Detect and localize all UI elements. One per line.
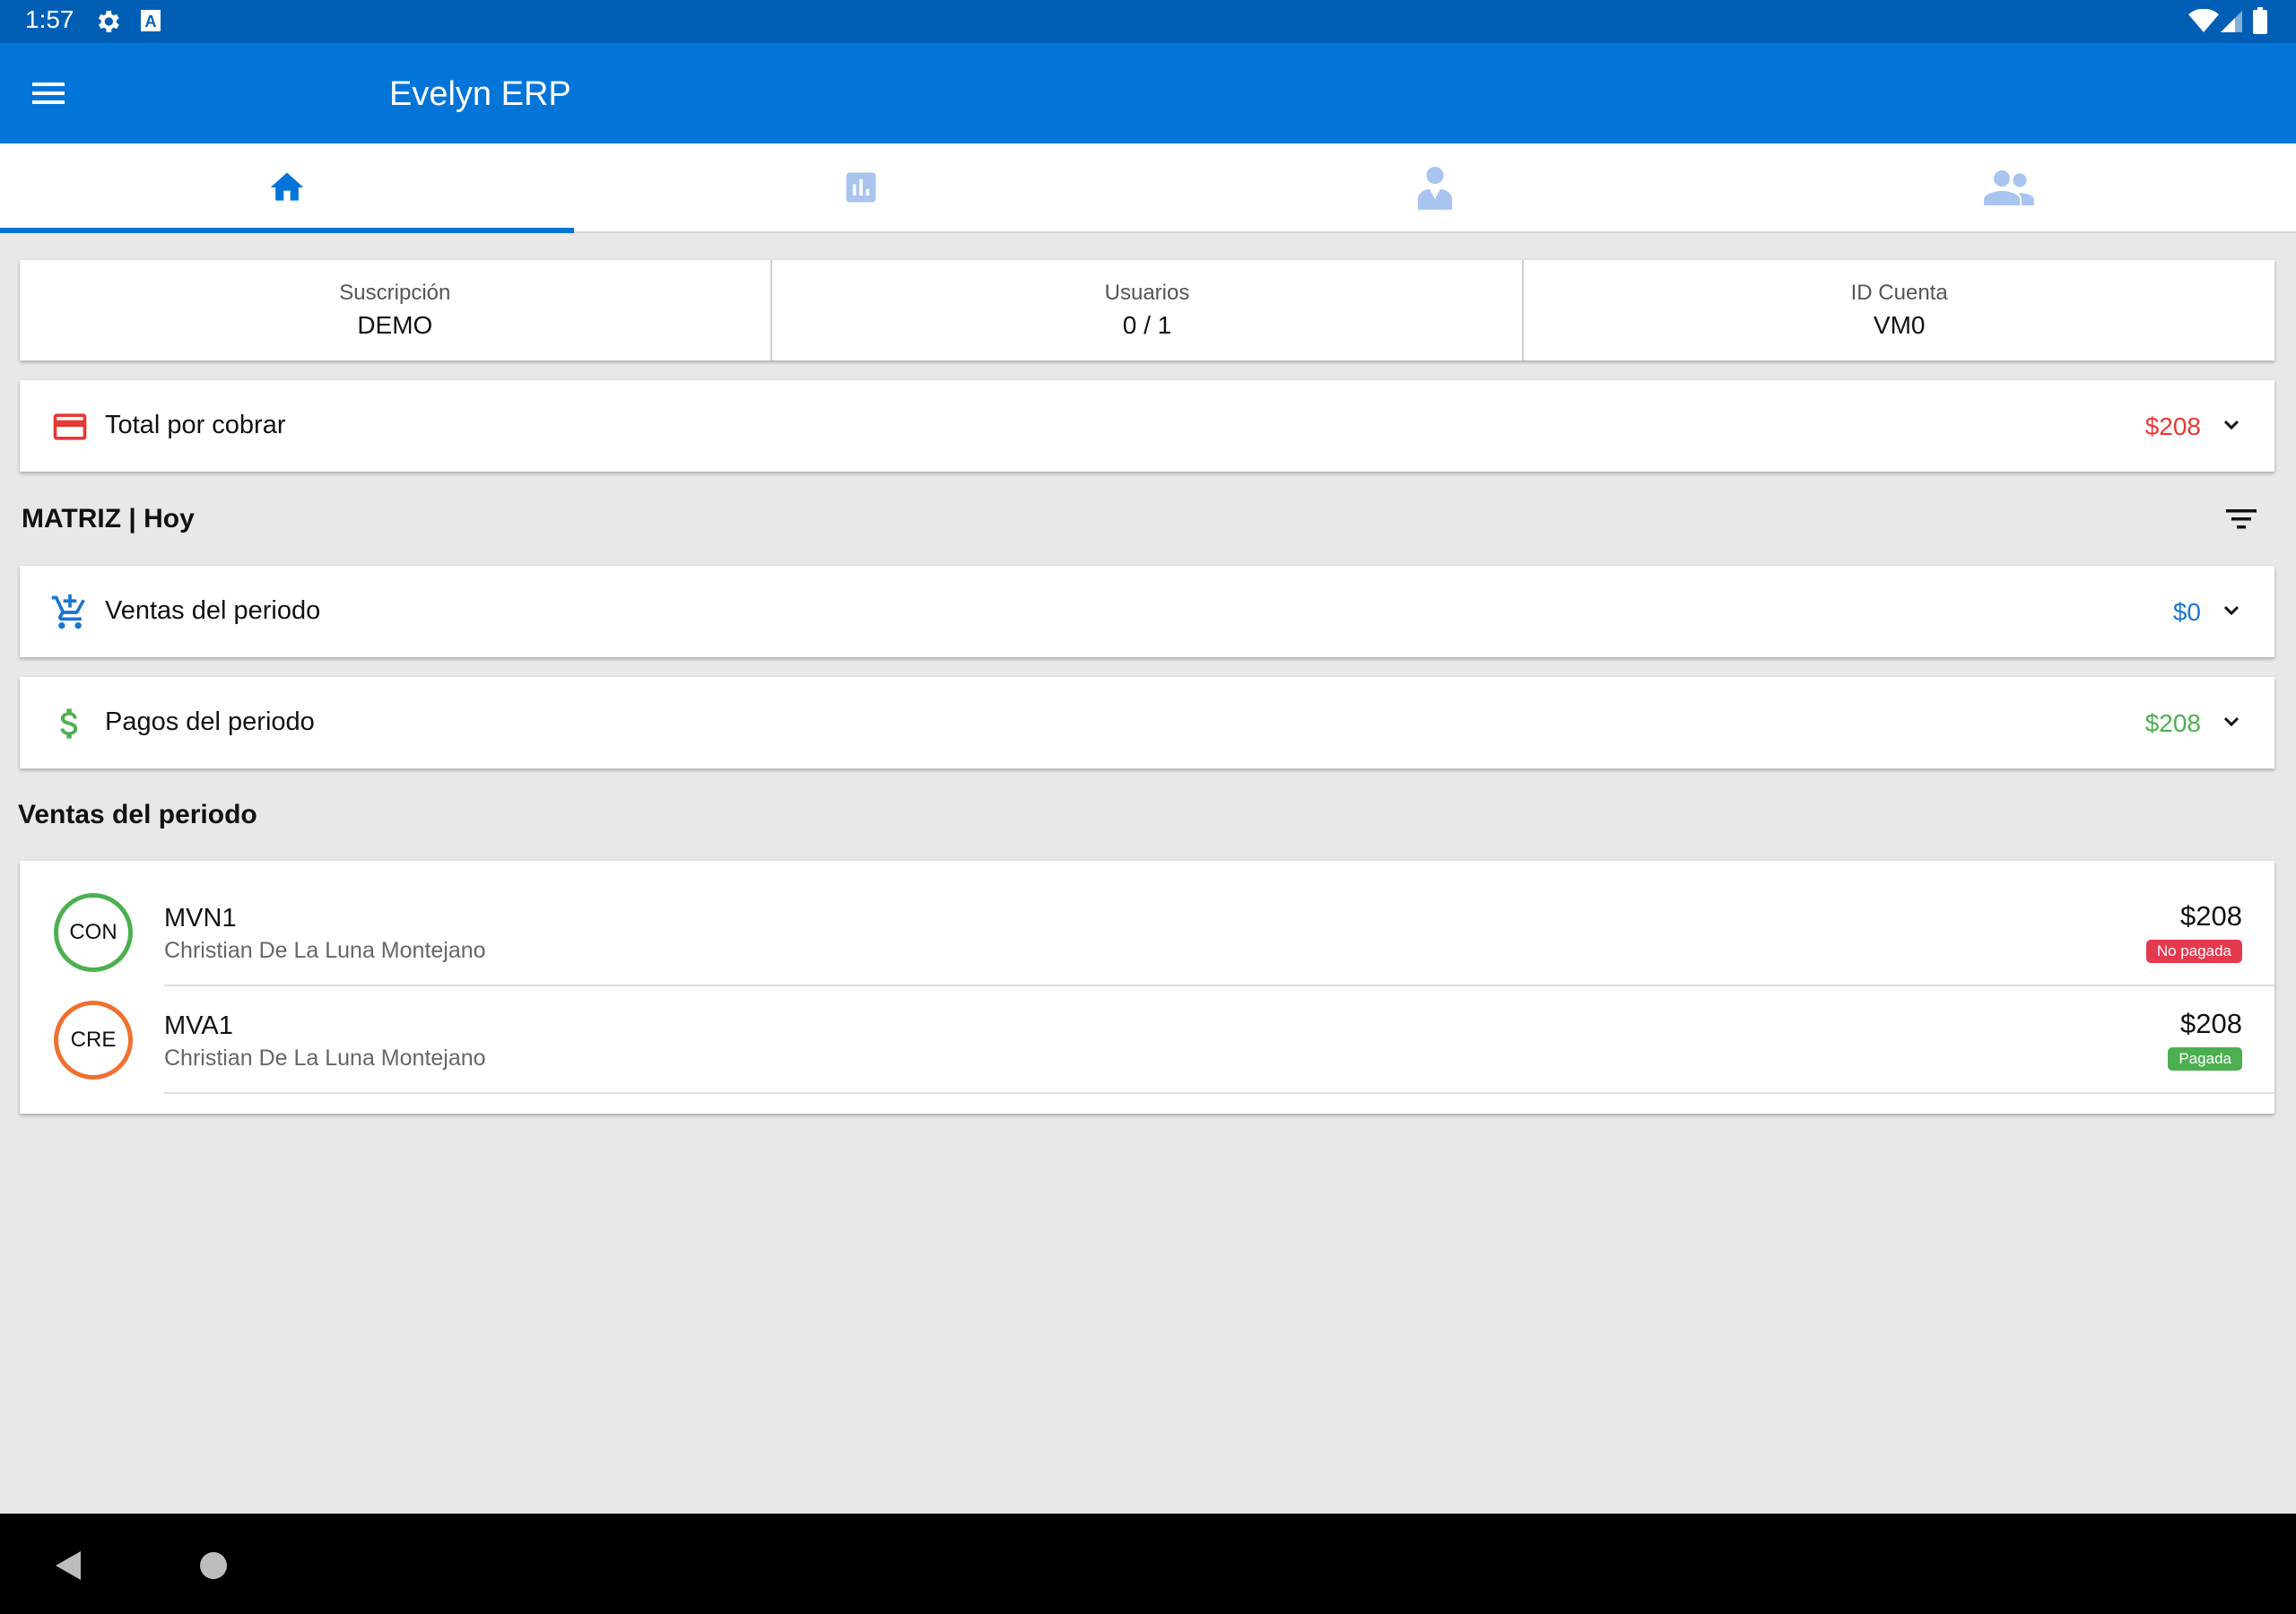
text-a-icon: A xyxy=(141,10,161,31)
person-icon xyxy=(1417,167,1453,210)
back-icon[interactable] xyxy=(54,1549,84,1582)
list-item[interactable]: CRE MVA1 Christian De La Luna Montejano … xyxy=(20,968,2274,1080)
stat-value: VM0 xyxy=(1873,311,1926,339)
chevron-down-icon[interactable] xyxy=(2221,711,2242,733)
stat-subscription: Suscripción DEMO xyxy=(20,260,772,360)
sale-type-badge: CON xyxy=(54,893,133,972)
stat-label: Usuarios xyxy=(1104,281,1190,305)
tab-home[interactable] xyxy=(0,143,574,233)
filter-list-icon[interactable] xyxy=(2224,506,2258,533)
tab-reports[interactable] xyxy=(574,143,1148,231)
stat-label: ID Cuenta xyxy=(1850,281,1948,305)
sale-type-label: CON xyxy=(69,920,117,944)
chevron-down-icon[interactable] xyxy=(2221,600,2242,621)
dollar-icon xyxy=(60,708,78,739)
period-payments-label: Pagos del periodo xyxy=(105,707,315,736)
sale-amount: $208 xyxy=(2180,1008,2242,1039)
receivable-label: Total por cobrar xyxy=(105,411,286,439)
svg-text:A: A xyxy=(145,13,157,30)
sale-type-badge: CRE xyxy=(54,1001,133,1080)
status-bar: 1:57 A xyxy=(0,0,2296,43)
chevron-down-icon[interactable] xyxy=(2221,414,2242,436)
stat-users: Usuarios 0 / 1 xyxy=(772,260,1525,360)
stat-account-id: ID Cuenta VM0 xyxy=(1524,260,2274,360)
period-sales-label: Ventas del periodo xyxy=(105,596,321,625)
sales-list: CON MVN1 Christian De La Luna Montejano … xyxy=(20,861,2274,1114)
account-summary-card: Suscripción DEMO Usuarios 0 / 1 ID Cuent… xyxy=(20,260,2274,360)
sale-folio: MVN1 xyxy=(164,904,237,933)
list-item[interactable]: CON MVN1 Christian De La Luna Montejano … xyxy=(20,861,2274,972)
period-sales-amount: $0 xyxy=(2172,598,2201,626)
app-title: Evelyn ERP xyxy=(389,75,571,113)
hamburger-menu-icon[interactable] xyxy=(30,75,70,111)
tab-selected-indicator xyxy=(0,228,574,233)
sales-section-title: Ventas del periodo xyxy=(18,800,257,829)
sale-customer: Christian De La Luna Montejano xyxy=(164,1046,486,1071)
group-icon xyxy=(1984,170,2034,205)
tab-customers[interactable] xyxy=(1722,143,2296,231)
receivable-amount: $208 xyxy=(2144,412,2201,440)
app-bar: Evelyn ERP xyxy=(0,43,2296,143)
status-badge: Pagada xyxy=(2168,1047,2242,1071)
branch-period-title: MATRIZ | Hoy xyxy=(22,504,195,534)
sale-amount: $208 xyxy=(2180,900,2242,932)
status-badge: No pagada xyxy=(2145,940,2242,963)
receivable-card[interactable]: Total por cobrar $208 xyxy=(20,380,2274,472)
wifi-icon xyxy=(2188,9,2219,32)
tab-bar xyxy=(0,143,2296,233)
gear-icon xyxy=(98,11,119,32)
sale-customer: Christian De La Luna Montejano xyxy=(164,938,486,963)
bar-chart-icon xyxy=(846,172,876,203)
sale-folio: MVA1 xyxy=(164,1011,233,1040)
period-payments-amount: $208 xyxy=(2144,709,2201,737)
stat-value: 0 / 1 xyxy=(1122,311,1172,339)
period-payments-card[interactable]: Pagos del periodo $208 xyxy=(20,677,2274,768)
status-time: 1:57 xyxy=(25,5,74,33)
period-sales-card[interactable]: Ventas del periodo $0 xyxy=(20,566,2274,657)
credit-card-icon xyxy=(53,413,87,440)
sale-type-label: CRE xyxy=(70,1028,117,1052)
battery-icon xyxy=(2253,7,2267,34)
system-nav-bar xyxy=(0,1514,2296,1614)
stat-value: DEMO xyxy=(357,311,433,339)
add-shopping-cart-icon xyxy=(51,594,85,629)
home-icon xyxy=(270,172,304,201)
tab-user[interactable] xyxy=(1148,143,1722,231)
signal-icon xyxy=(2221,11,2242,32)
list-divider xyxy=(164,1092,2274,1094)
stat-label: Suscripción xyxy=(339,281,451,305)
home-circle-icon[interactable] xyxy=(199,1551,228,1580)
